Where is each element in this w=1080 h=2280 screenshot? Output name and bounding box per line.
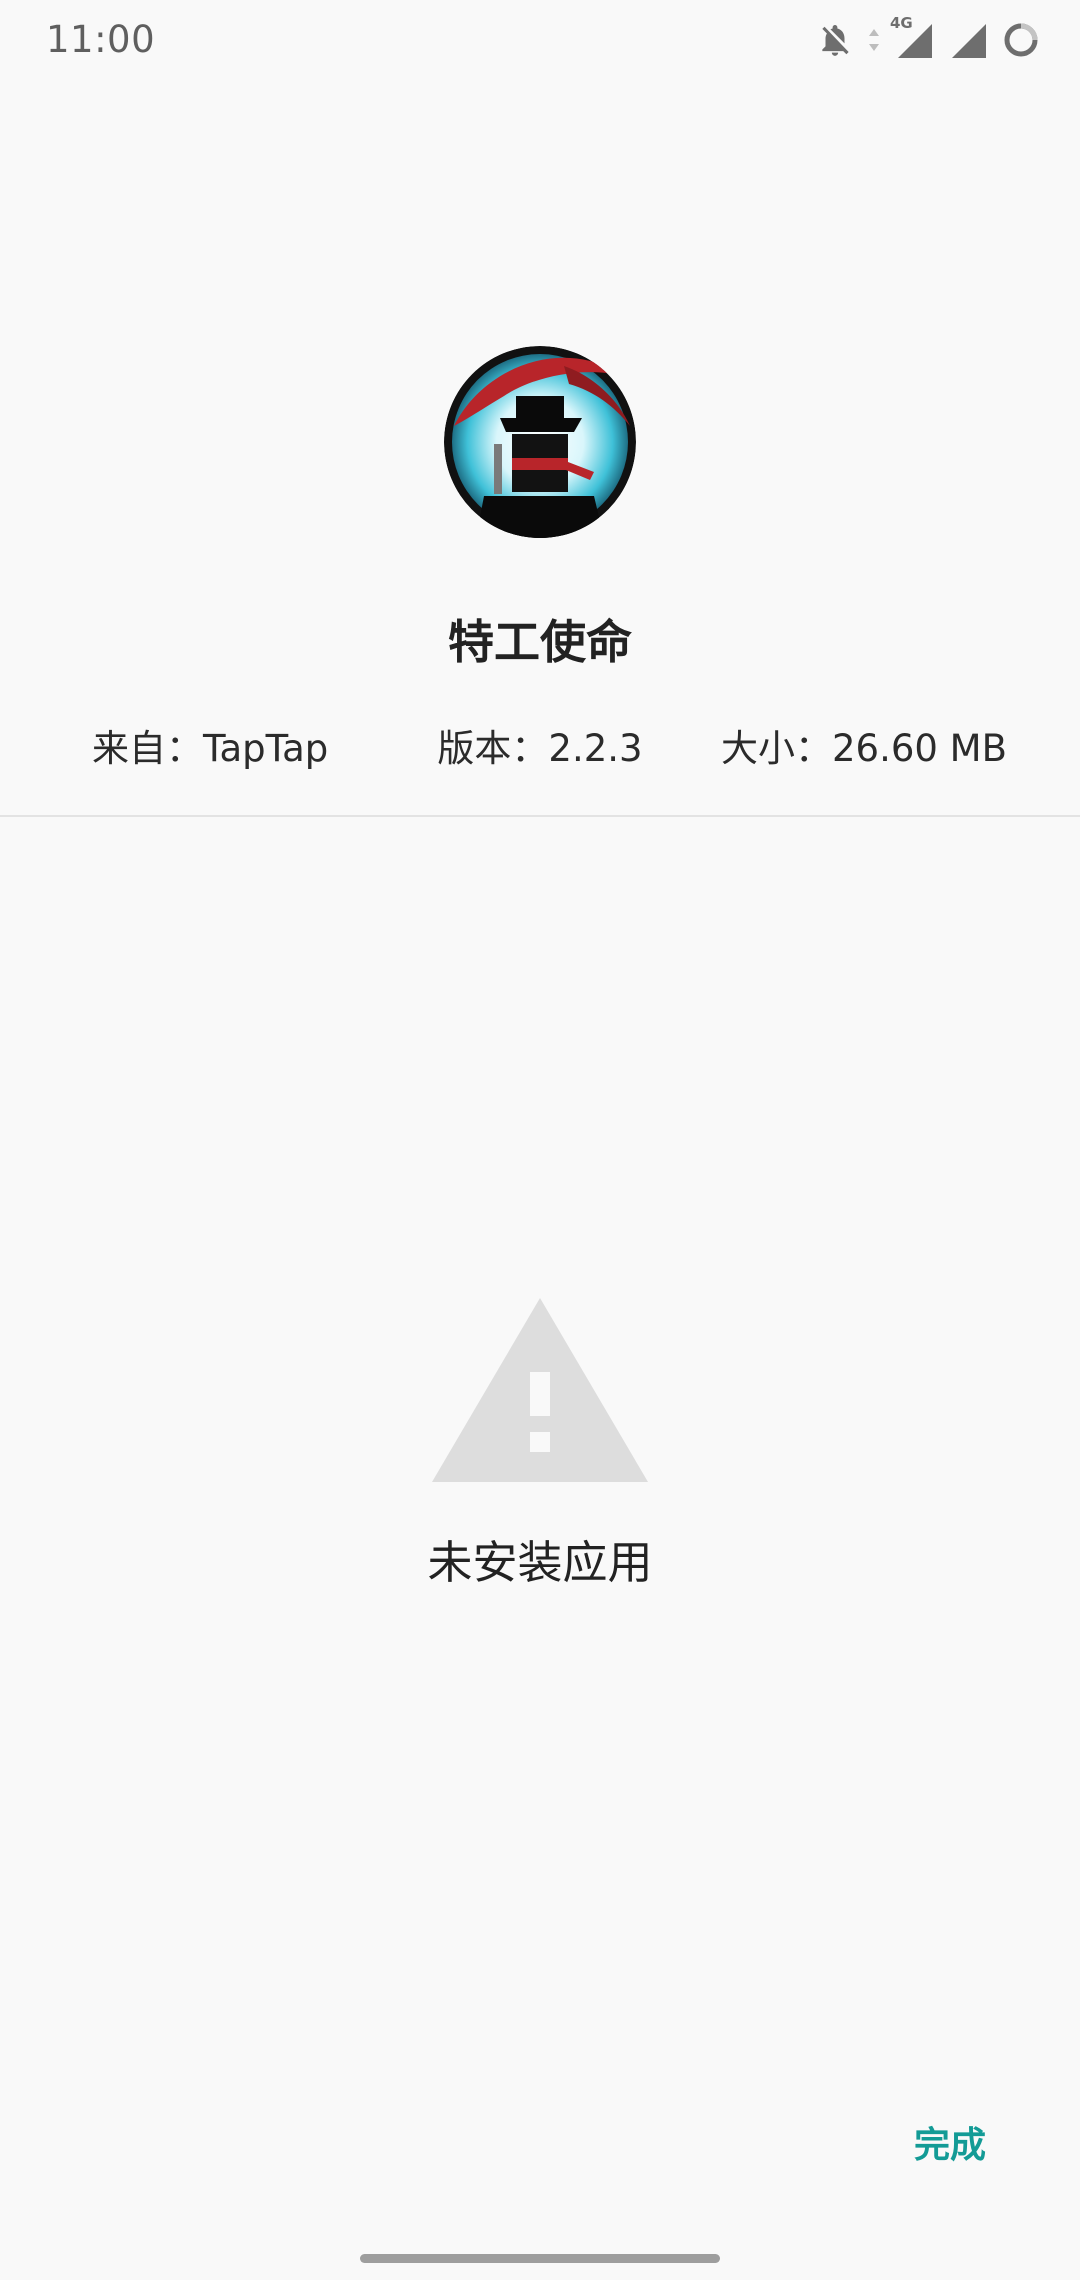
app-meta-row: 来自：TapTap 版本：2.2.3 大小：26.60 MB: [0, 718, 1080, 774]
battery-ring-icon: [1002, 21, 1040, 59]
app-icon: [444, 346, 636, 538]
result-message: 未安装应用: [427, 1536, 653, 1589]
home-indicator[interactable]: [360, 2254, 720, 2263]
status-icons: 4G: [816, 14, 1040, 62]
signal-4g-icon: 4G: [890, 14, 934, 60]
data-arrows-icon: [868, 25, 880, 55]
app-name: 特工使命: [448, 615, 632, 669]
app-size: 大小：26.60 MB: [721, 727, 1007, 770]
signal-icon: [948, 20, 988, 60]
status-time: 11:00: [46, 18, 156, 61]
divider: [0, 815, 1080, 817]
bell-off-icon: [816, 21, 854, 59]
done-button[interactable]: 完成: [910, 2112, 990, 2172]
network-label: 4G: [890, 14, 913, 32]
warning-triangle-icon: [432, 1298, 648, 1482]
installer-screen: 11:00 4G 特工使命 来自：TapTap 版本：2.2.3 大小：26.6…: [0, 0, 1080, 2280]
status-bar: 11:00 4G: [0, 0, 1080, 80]
